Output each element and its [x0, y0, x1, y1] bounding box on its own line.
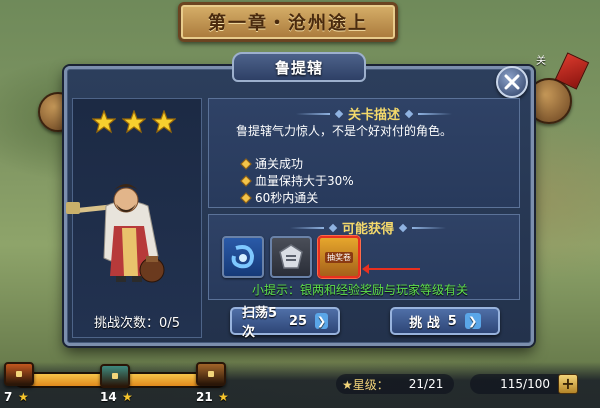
list-item: 60秒内通关 — [240, 189, 354, 206]
list-item: 通关成功 — [240, 155, 354, 172]
challenge-count-label: 挑战次数： — [94, 316, 160, 331]
challenge-button[interactable]: 挑 战 5 ❯ — [390, 307, 500, 335]
star-icon — [152, 110, 176, 134]
enemy-hero-portrait — [66, 184, 165, 283]
chest-count-7: 7 — [4, 390, 13, 404]
reward-slot-2[interactable] — [270, 236, 312, 278]
treasure-chest-21[interactable] — [196, 362, 226, 386]
chevron-right-icon: ❯ — [464, 313, 481, 329]
map-node-label: 关 — [536, 56, 546, 67]
star-conditions-list: 通关成功 血量保持大于30% 60秒内通关 — [240, 155, 354, 206]
star-level-value: 21/21 — [408, 377, 444, 391]
stage-star-rating — [92, 110, 176, 134]
list-item: 血量保持大于30% — [240, 172, 354, 189]
challenge-cost: 5 — [447, 313, 457, 329]
star-level-display: ★星级： 21/21 — [336, 374, 454, 394]
star-level-label: ★星级： — [342, 377, 389, 392]
reward-tip: 小提示：银两和经验奖励与玩家等级有关 — [252, 283, 469, 297]
reward-slot-3[interactable]: 抽奖卷 — [318, 236, 360, 278]
treasure-chest-14[interactable] — [100, 364, 130, 388]
diamond-bullet-icon — [240, 191, 252, 204]
description-header-text: 关卡描述 — [348, 108, 401, 123]
annotation-arrow — [362, 264, 420, 274]
add-stamina-button[interactable]: + — [558, 374, 578, 394]
chest-count-21: 21 — [196, 390, 213, 404]
diamond-bullet-icon — [240, 174, 252, 187]
star-icon: ★ — [122, 390, 133, 404]
condition-text: 60秒内通关 — [255, 191, 319, 205]
chest-count-14: 14 — [100, 390, 117, 404]
stage-description: 鲁提辖气力惊人，不是个好对付的角色。 — [236, 124, 453, 138]
reward-scroll-icon: 抽奖卷 — [325, 251, 353, 263]
description-header: 关卡描述 — [296, 104, 453, 123]
rewards-header-text: 可能获得 — [342, 222, 395, 237]
chapter-title: 第一章・沧州途上 — [178, 2, 398, 42]
challenge-count: 挑战次数：0/5 — [72, 312, 202, 331]
reward-scroll-label: 抽奖卷 — [325, 251, 353, 263]
rewards-header: 可能获得 — [290, 218, 447, 237]
star-icon: ★ — [18, 390, 29, 404]
treasure-chest-7[interactable] — [4, 362, 34, 386]
close-button[interactable] — [496, 66, 528, 98]
chevron-right-icon: ❯ — [315, 313, 328, 329]
dialog-title: 鲁提辖 — [232, 52, 366, 82]
reward-slot-1[interactable] — [222, 236, 264, 278]
stamina-value: 115/100 — [500, 377, 550, 391]
blue-ring-gem-icon — [231, 245, 255, 269]
challenge-count-value: 0/5 — [159, 316, 180, 331]
star-icon — [122, 110, 146, 134]
silver-emblem-icon — [279, 244, 303, 269]
star-icon — [92, 110, 116, 134]
sweep-button[interactable]: 扫荡5次 25 ❯ — [230, 306, 340, 340]
star-icon: ★ — [218, 390, 229, 404]
condition-text: 血量保持大于30% — [255, 174, 354, 188]
sweep-cost: 25 — [288, 313, 308, 329]
sweep-button-label: 扫荡5次 — [242, 306, 278, 340]
close-icon — [504, 74, 520, 90]
diamond-bullet-icon — [240, 157, 252, 170]
condition-text: 通关成功 — [255, 157, 304, 171]
challenge-button-label: 挑 战 — [409, 315, 440, 331]
